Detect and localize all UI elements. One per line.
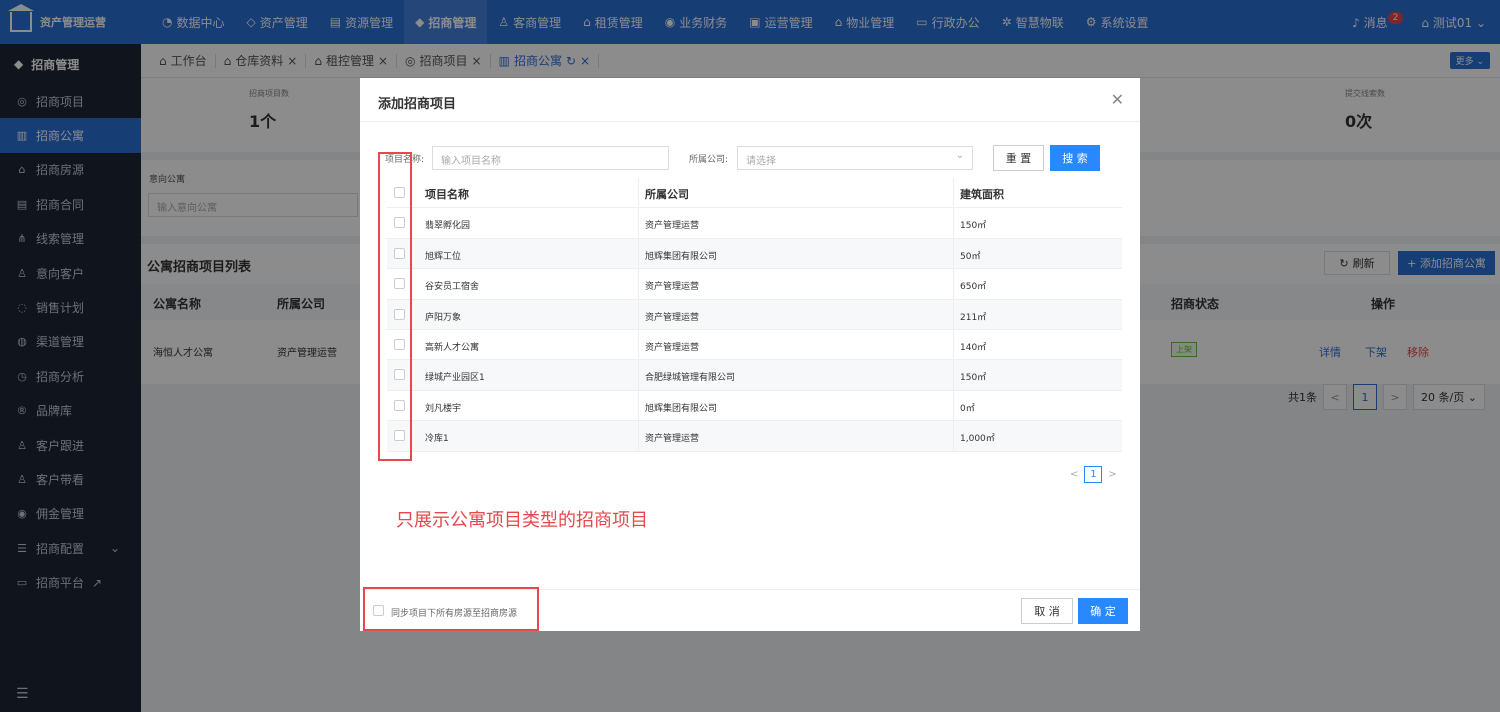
cell-name: 绿城产业园区1 [425,373,485,384]
cell-name: 谷安员工宿舍 [425,282,480,293]
divider [638,421,639,451]
divider [638,299,639,329]
table-row[interactable]: 庐阳万象 资产管理运营 211㎡ [387,299,1122,330]
cell-name: 旭辉工位 [425,251,462,262]
col-area: 建筑面积 [960,188,1004,201]
cell-area: 0㎡ [960,403,975,414]
divider [638,360,639,390]
cell-name: 冷库1 [425,434,449,445]
divider [360,121,1140,122]
divider [638,208,639,238]
project-name-input[interactable]: 输入项目名称 [432,146,669,170]
cell-area: 150㎡ [960,221,987,232]
cell-name: 刘凡楼宇 [425,403,462,414]
chevron-down-icon: ⌄ [955,150,964,161]
divider [638,178,639,208]
cell-area: 1,000㎡ [960,434,995,445]
divider [953,208,954,238]
divider [953,299,954,329]
search-button[interactable]: 搜 索 [1050,145,1100,171]
dialog-pagination: < 1 > [1070,466,1117,483]
cell-name: 翡翠孵化园 [425,221,471,232]
company-select[interactable]: 请选择 ⌄ [737,146,973,170]
table-row[interactable]: 刘凡楼宇 旭辉集团有限公司 0㎡ [387,390,1122,422]
reset-button[interactable]: 重 置 [993,145,1044,171]
project-table: 项目名称 所属公司 建筑面积 翡翠孵化园 资产管理运营 150㎡ 旭辉工位 旭辉集团有… [387,178,1122,452]
next-page-icon[interactable]: > [1108,469,1116,480]
close-icon[interactable]: ✕ [1111,90,1124,109]
col-project-name: 项目名称 [425,188,469,201]
divider [953,269,954,299]
page-1-button[interactable]: 1 [1084,466,1103,483]
divider [953,421,954,451]
cell-name: 高新人才公寓 [425,342,480,353]
annotation-box-sync [363,587,539,631]
cell-area: 140㎡ [960,342,987,353]
table-row[interactable]: 高新人才公寓 资产管理运营 140㎡ [387,329,1122,361]
cell-company: 资产管理运营 [645,282,700,293]
cell-area: 150㎡ [960,373,987,384]
table-row[interactable]: 旭辉工位 旭辉集团有限公司 50㎡ [387,238,1122,270]
divider [953,390,954,421]
cell-company: 旭辉集团有限公司 [645,251,718,262]
divider [638,269,639,299]
cell-company: 资产管理运营 [645,342,700,353]
prev-page-icon[interactable]: < [1070,469,1078,480]
table-row[interactable]: 冷库1 资产管理运营 1,000㎡ [387,421,1122,452]
confirm-button[interactable]: 确 定 [1078,598,1128,624]
cell-area: 650㎡ [960,282,987,293]
cell-company: 合肥绿城管理有限公司 [645,373,736,384]
divider [953,329,954,360]
add-project-dialog: 添加招商项目 ✕ 项目名称: 输入项目名称 所属公司: 请选择 ⌄ 重 置 搜 索… [360,78,1140,631]
company-label: 所属公司: [689,155,729,165]
divider [953,360,954,390]
table-header: 项目名称 所属公司 建筑面积 [387,178,1122,209]
cell-company: 旭辉集团有限公司 [645,403,718,414]
cell-name: 庐阳万象 [425,312,462,323]
table-row[interactable]: 翡翠孵化园 资产管理运营 150㎡ [387,208,1122,239]
annotation-note: 只展示公寓项目类型的招商项目 [396,510,648,531]
table-row[interactable]: 谷安员工宿舍 资产管理运营 650㎡ [387,269,1122,300]
divider [638,390,639,421]
divider [953,178,954,208]
divider [638,329,639,360]
table-row[interactable]: 绿城产业园区1 合肥绿城管理有限公司 150㎡ [387,360,1122,391]
cell-company: 资产管理运营 [645,221,700,232]
col-company: 所属公司 [645,188,689,201]
cell-company: 资产管理运营 [645,312,700,323]
divider [638,238,639,269]
cell-area: 211㎡ [960,312,987,323]
cell-company: 资产管理运营 [645,434,700,445]
divider [953,238,954,269]
annotation-box-checkboxes [378,152,412,461]
cell-area: 50㎡ [960,251,981,262]
dialog-title: 添加招商项目 [378,97,457,112]
cancel-button[interactable]: 取 消 [1021,598,1073,624]
